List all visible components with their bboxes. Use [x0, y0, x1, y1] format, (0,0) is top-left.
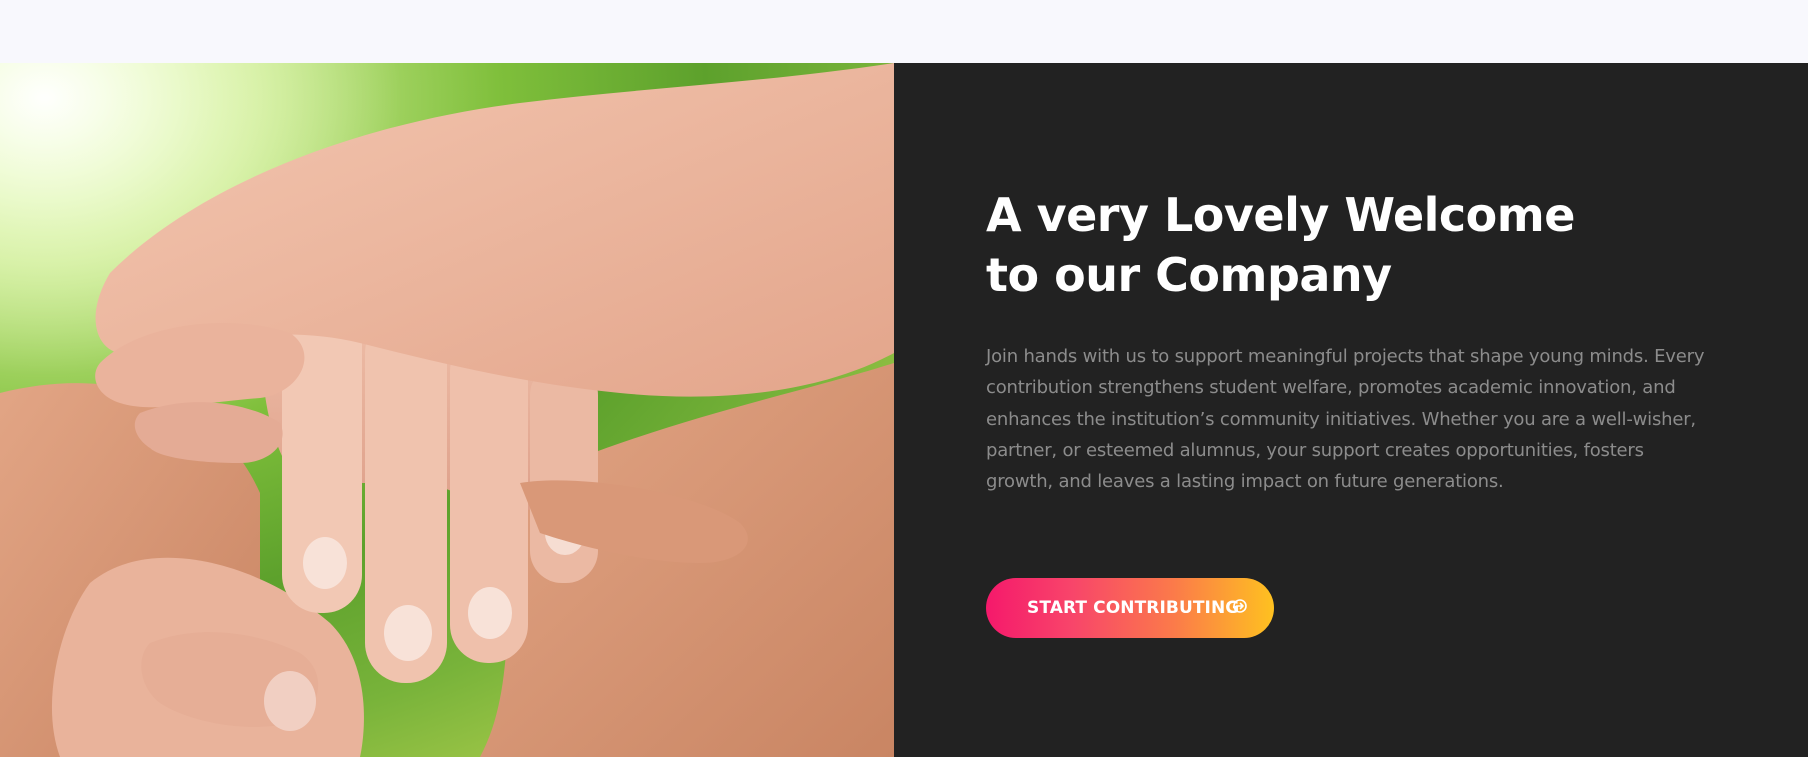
hands-illustration: [0, 63, 894, 757]
start-contributing-label: START CONTRIBUTING: [1027, 598, 1240, 618]
title-line-2: to our Company: [986, 248, 1392, 302]
top-strip: [0, 0, 1808, 63]
page-title: A very Lovely Welcome to our Company: [986, 185, 1706, 305]
welcome-content: A very Lovely Welcome to our Company Joi…: [894, 63, 1808, 757]
stacked-hands-image: [0, 63, 894, 757]
start-contributing-button[interactable]: START CONTRIBUTING: [986, 578, 1274, 638]
arrow-circle-icon: [1233, 599, 1248, 617]
welcome-section: A very Lovely Welcome to our Company Joi…: [0, 63, 1808, 757]
welcome-description: Join hands with us to support meaningful…: [986, 346, 1705, 493]
title-line-1: A very Lovely Welcome: [986, 188, 1575, 242]
